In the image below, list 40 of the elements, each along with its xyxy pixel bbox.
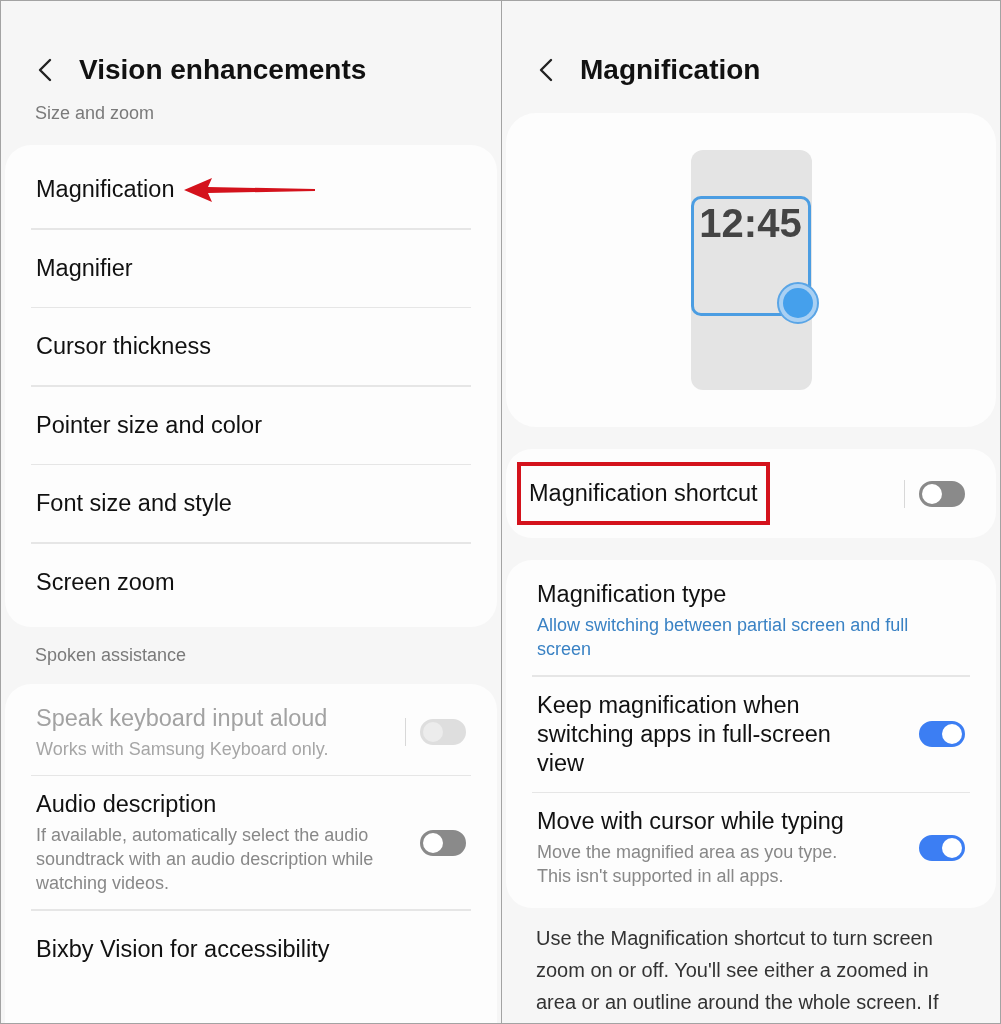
setting-title: Magnifier — [36, 253, 134, 283]
toggle-switch[interactable] — [919, 480, 965, 507]
settings-row[interactable]: Audio description If available, automatically select the audio soundtrack with an audio description while watching videos. — [5, 776, 497, 909]
section-header: Spoken assistance — [34, 643, 188, 667]
settings-row[interactable]: Keep magnification when switching apps in full-screen view — [506, 676, 996, 792]
settings-row[interactable]: Magnification type Allow switching between partial screen and full screen — [506, 566, 996, 675]
toggle-switch[interactable] — [919, 721, 965, 747]
setting-title: Cursor thickness — [36, 332, 212, 361]
setting-title: Magnification — [36, 175, 175, 204]
settings-row[interactable]: Font size and style — [5, 465, 497, 542]
drag-handle-icon[interactable] — [776, 282, 819, 324]
setting-title: Speak keyboard input aloud — [36, 703, 329, 733]
settings-row[interactable]: Cursor thickness — [5, 308, 497, 385]
settings-row[interactable]: Screen zoom — [5, 543, 497, 621]
clock-text: 12:45 — [699, 200, 802, 247]
screen-title: Vision enhancements — [79, 54, 367, 86]
setting-summary: Allow switching between partial screen and full screen — [537, 614, 910, 661]
setting-title: Magnification shortcut — [529, 480, 758, 506]
screen-title: Magnification — [580, 54, 761, 86]
setting-title: Keep magnification when switching apps in full-screen view — [537, 690, 832, 778]
settings-row[interactable]: Magnification — [5, 151, 497, 228]
settings-row[interactable]: Magnifier — [5, 229, 497, 307]
setting-title: Bixby Vision for accessibility — [36, 934, 331, 964]
setting-title: Font size and style — [36, 489, 233, 518]
settings-row[interactable]: Bixby Vision for accessibility — [5, 910, 497, 988]
settings-row[interactable]: Magnification shortcut — [506, 455, 996, 532]
toggle-switch[interactable] — [420, 829, 466, 856]
setting-title: Pointer size and color — [36, 410, 263, 440]
setting-title: Move with cursor while typing — [537, 807, 845, 836]
setting-description: Move the magnified area as you type. This isn't supported in all apps. — [537, 841, 839, 888]
settings-row[interactable]: Move with cursor while typing Move the magnified area as you type. This isn't supported in all apps. — [506, 793, 996, 902]
setting-description: If available, automatically select the audio soundtrack with an audio description while watching videos. — [36, 824, 375, 895]
setting-description: Works with Samsung Keyboard only. — [36, 737, 330, 761]
setting-title: Audio description — [36, 790, 218, 819]
settings-row[interactable]: Pointer size and color — [5, 386, 497, 464]
setting-title: Screen zoom — [36, 567, 176, 597]
toggle-switch[interactable] — [919, 834, 965, 861]
setting-title: Magnification type — [537, 580, 728, 609]
info-text: Use the Magnification shortcut to turn screen zoom on or off. You'll see either a zoomed in area or an outline around the whole screen. If — [535, 926, 940, 1015]
section-header: Size and zoom — [34, 103, 156, 125]
